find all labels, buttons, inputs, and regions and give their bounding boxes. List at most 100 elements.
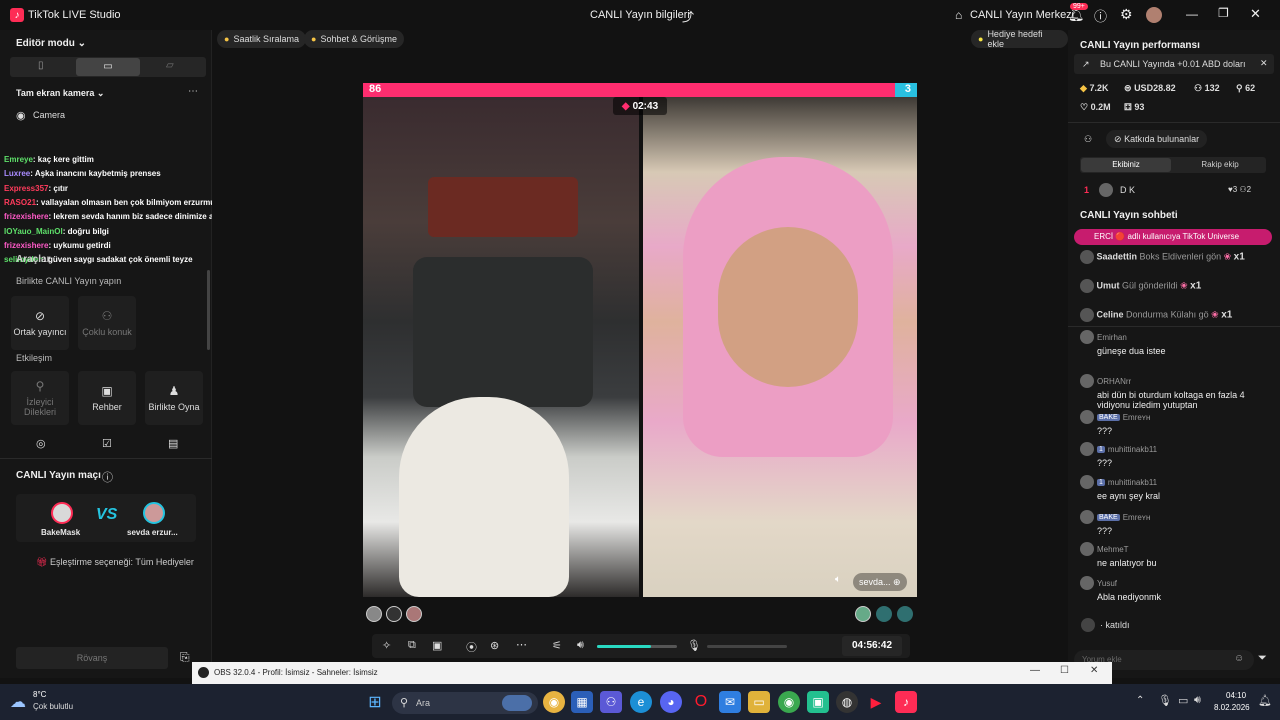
gift-icon: ⚃ xyxy=(1124,102,1132,112)
chat-message[interactable]: ORHANrr abi dün bi oturdum koltaga en faz… xyxy=(1080,374,1275,410)
tab-my-team[interactable]: Ekibiniz xyxy=(1081,158,1171,172)
chat-message[interactable]: Emirhan güneşe dua istee xyxy=(1080,330,1275,356)
chat-message[interactable]: BAKE Emreʏʜ??? xyxy=(1080,410,1275,436)
chat-message-header: BAKE Emreʏʜ xyxy=(1080,510,1275,524)
obs-icon[interactable]: ◍ xyxy=(836,691,858,713)
cohost-button[interactable]: ⊘ Ortak yayıncı xyxy=(11,296,69,350)
help-icon[interactable]: ⓘ xyxy=(102,469,113,485)
editor-mode-dropdown[interactable]: Editör modu ⌄ xyxy=(16,38,86,49)
volume-icon[interactable]: 🔊︎ xyxy=(577,639,584,652)
more-icon[interactable]: ⋯ xyxy=(516,638,527,651)
layout-icon[interactable]: ⧉ xyxy=(408,639,416,652)
help-icon[interactable]: ⓘ xyxy=(1094,6,1107,25)
guest-label[interactable]: sevda... ⊕ xyxy=(853,573,907,591)
gift-row: Saadettin Boks Eldivenleri gön ❀ x1 xyxy=(1080,250,1275,264)
live-center-button[interactable]: CANLI Yayın Merkezi xyxy=(970,9,1074,21)
viewer-requests-button[interactable]: ⚲ İzleyici Dilekleri xyxy=(11,371,69,425)
speaker-icon[interactable]: 🔊︎ xyxy=(1194,694,1201,707)
tab-rival-team[interactable]: Rakip ekip xyxy=(1175,158,1265,172)
more-icon[interactable]: ⋯ xyxy=(188,86,198,97)
chat-message[interactable]: MehmeT ne anlatıyor bu xyxy=(1080,542,1275,568)
target-icon[interactable]: ◎ xyxy=(36,437,46,450)
mail-icon[interactable]: ✉ xyxy=(719,691,741,713)
match-option[interactable]: 🎁︎ Eşleştirme seçeneği: Tüm Hediyeler xyxy=(36,557,194,568)
play-together-button[interactable]: ♟ Birlikte Oyna xyxy=(145,371,203,425)
home-icon[interactable]: ⌂ xyxy=(955,8,962,22)
checklist-icon[interactable]: ☑ xyxy=(102,437,112,450)
clock-time[interactable]: 04:10 xyxy=(1226,691,1246,700)
hourly-ranking-chip[interactable]: ● Saatlik Sıralama xyxy=(217,30,306,48)
landscape-icon[interactable]: ▭ xyxy=(76,58,140,76)
microphone-icon[interactable]: 🎙︎ xyxy=(687,639,701,652)
game-icon[interactable]: ▣ xyxy=(807,691,829,713)
network-icon[interactable]: ▭ xyxy=(1178,694,1188,707)
chat-meet-chip[interactable]: ● Sohbet & Görüşme xyxy=(304,30,404,48)
gear-icon[interactable]: ⚙ xyxy=(1120,6,1133,23)
close-button[interactable]: ✕ xyxy=(1250,6,1261,22)
live-info-button[interactable]: CANLI Yayın bilgileri xyxy=(590,9,690,21)
windows-start-icon[interactable]: ⊞ xyxy=(364,691,386,713)
camera-switch-icon[interactable]: ⊛ xyxy=(490,639,499,652)
minimize-button[interactable]: — xyxy=(1186,7,1198,21)
chat-message-header: MehmeT xyxy=(1080,542,1275,556)
guide-button[interactable]: ▣ Rehber xyxy=(78,371,136,425)
chrome-icon[interactable]: ◉ xyxy=(543,691,565,713)
emoji-icon[interactable]: ☺ xyxy=(1234,653,1244,664)
empty-seat-icon xyxy=(897,606,913,622)
volume-slider[interactable] xyxy=(597,645,677,648)
multi-guest-button[interactable]: ⚇ Çoklu konuk xyxy=(78,296,136,350)
close-button[interactable]: ✕ xyxy=(1090,665,1098,676)
hearts-stat: ♡ 0.2M xyxy=(1080,102,1111,113)
contributors-button[interactable]: ⊘ Katkıda bulunanlar xyxy=(1106,130,1208,148)
clock-date[interactable]: 8.02.2026 xyxy=(1214,703,1250,712)
minimize-button[interactable]: — xyxy=(1030,665,1040,676)
top-gifter-avatar[interactable] xyxy=(366,606,382,622)
mic-tray-icon[interactable]: 🎙︎ xyxy=(1158,694,1172,707)
opera-icon[interactable]: O xyxy=(690,691,712,713)
top-gifter-avatar[interactable] xyxy=(406,606,422,622)
mic-slider[interactable] xyxy=(707,645,787,648)
obs-window-bar[interactable]: OBS 32.0.4 - Profil: İsimsiz - Sahneler:… xyxy=(192,662,1112,684)
rematch-button[interactable]: Rövanş xyxy=(16,647,168,669)
folder-icon[interactable]: ▭ xyxy=(748,691,770,713)
avatar xyxy=(1099,183,1113,197)
top-gifter-avatar[interactable] xyxy=(855,606,871,622)
close-icon[interactable]: ✕ xyxy=(1260,58,1268,69)
avatar[interactable] xyxy=(1146,7,1162,23)
chat-message[interactable]: 1 muhittinakb11??? xyxy=(1080,442,1275,468)
magic-wand-icon[interactable]: ✧ xyxy=(382,639,391,652)
speaker-icon[interactable]: 🔈︎ xyxy=(835,574,841,585)
follow-icon: ⚲ xyxy=(1236,83,1243,93)
search-box[interactable]: ⚲ Ara xyxy=(392,692,538,714)
guide-label: Rehber xyxy=(92,402,122,412)
notification-icon[interactable]: 🔔︎ xyxy=(1258,694,1272,707)
chevron-up-icon[interactable]: ⌃ xyxy=(1136,695,1144,706)
discord-icon[interactable]: ◕ xyxy=(660,691,682,713)
edge-icon[interactable]: e xyxy=(630,691,652,713)
screen-icon[interactable]: ▣ xyxy=(432,639,442,652)
youtube-icon[interactable]: ▶ xyxy=(865,691,887,713)
chat-message[interactable]: Yusuf Abla nediyonmk xyxy=(1080,576,1275,602)
source-camera[interactable]: Camera xyxy=(33,110,65,120)
maximize-button[interactable]: ❐ xyxy=(1218,6,1229,20)
gift-goal-chip[interactable]: ● Hediye hedefi ekle xyxy=(971,29,1068,49)
teams-icon[interactable]: ⚇ xyxy=(600,691,622,713)
record-icon[interactable]: ⦿ xyxy=(466,639,477,655)
chat-message[interactable]: BAKE Emreʏʜ??? xyxy=(1080,510,1275,536)
top-gifter-avatar[interactable] xyxy=(386,606,402,622)
split-icon[interactable]: ▱ xyxy=(166,60,174,71)
chrome-alt-icon[interactable]: ◉ xyxy=(778,691,800,713)
gift-icon: ❀ xyxy=(1211,309,1219,320)
scene-dropdown[interactable]: Tam ekran kamera ⌄ xyxy=(16,88,104,99)
share-icon[interactable]: ⤴ xyxy=(682,8,694,25)
maximize-button[interactable]: ☐ xyxy=(1060,665,1069,676)
sliders-icon[interactable]: ⚟ xyxy=(552,639,562,652)
left-scrollbar[interactable] xyxy=(207,270,210,350)
filter-icon[interactable]: ⏷ xyxy=(1258,652,1267,665)
portrait-icon[interactable]: ▯ xyxy=(38,60,44,71)
tiktok-icon[interactable]: ♪ xyxy=(895,691,917,713)
chat-message[interactable]: 1 muhittinakb11 ee aynı şey kral xyxy=(1080,475,1275,501)
box-icon[interactable]: ▤ xyxy=(168,437,178,450)
store-icon[interactable]: ▦ xyxy=(571,691,593,713)
exit-icon[interactable]: ⎘ xyxy=(180,650,190,665)
